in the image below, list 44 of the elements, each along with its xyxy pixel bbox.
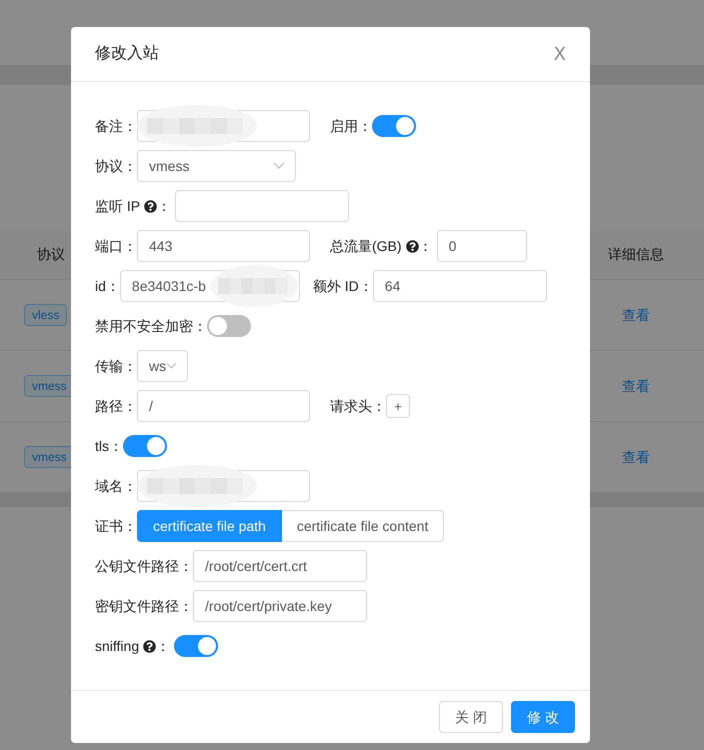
toggle-switch[interactable]	[207, 315, 251, 337]
field-label: 备注：	[95, 116, 137, 136]
toggle-switch[interactable]	[123, 435, 167, 457]
text-field[interactable]: 8e34031c-b	[120, 270, 300, 302]
text-field[interactable]: /root/cert/private.key	[193, 590, 367, 622]
column-header: 详细信息	[608, 245, 664, 264]
field-label: 额外 ID：	[312, 276, 373, 296]
select-field[interactable]: vmess	[137, 150, 296, 182]
field-label: tls：	[95, 436, 123, 456]
text-field[interactable]	[175, 190, 350, 222]
toggle-switch[interactable]	[372, 115, 416, 137]
cancel-button[interactable]: 关 闭	[439, 701, 503, 733]
chevron-down-icon	[166, 362, 177, 370]
field-label: 证书：	[95, 516, 137, 536]
text-field[interactable]: 443	[137, 230, 310, 262]
protocol-tag: vless	[24, 304, 68, 326]
toggle-switch[interactable]	[174, 635, 218, 657]
column-header: 协议	[37, 245, 65, 264]
field-label: 传输：	[95, 356, 137, 376]
chevron-down-icon	[273, 162, 285, 170]
field-label: 启用：	[330, 116, 372, 136]
field-label: ：	[156, 636, 170, 656]
field-label: 监听 IP	[95, 196, 140, 216]
text-field[interactable]: /root/cert/cert.crt	[193, 550, 367, 582]
field-label: 协议：	[95, 156, 137, 176]
field-label: ：	[157, 196, 172, 216]
text-field[interactable]: /	[137, 390, 310, 422]
field-label: 请求头：	[330, 396, 386, 416]
select-field[interactable]: ws	[137, 350, 188, 382]
field-label: 禁用不安全加密：	[95, 316, 207, 336]
add-button[interactable]: +	[386, 394, 410, 418]
text-field[interactable]: 64	[372, 270, 547, 302]
segment-tab[interactable]: certificate file content	[282, 510, 444, 542]
dialog-title: 修改入站	[95, 44, 159, 64]
text-field[interactable]: 0	[436, 230, 527, 262]
field-label: 端口：	[95, 236, 137, 256]
field-label: id：	[95, 276, 120, 296]
field-label: 密钥文件路径：	[95, 596, 193, 616]
field-label: 域名：	[95, 476, 137, 496]
field-label: ：	[418, 236, 433, 256]
field-label: 路径：	[95, 396, 137, 416]
field-label: 公钥文件路径：	[95, 556, 193, 576]
field-label: sniffing	[95, 636, 140, 656]
field-label: 总流量(GB)	[330, 236, 402, 256]
